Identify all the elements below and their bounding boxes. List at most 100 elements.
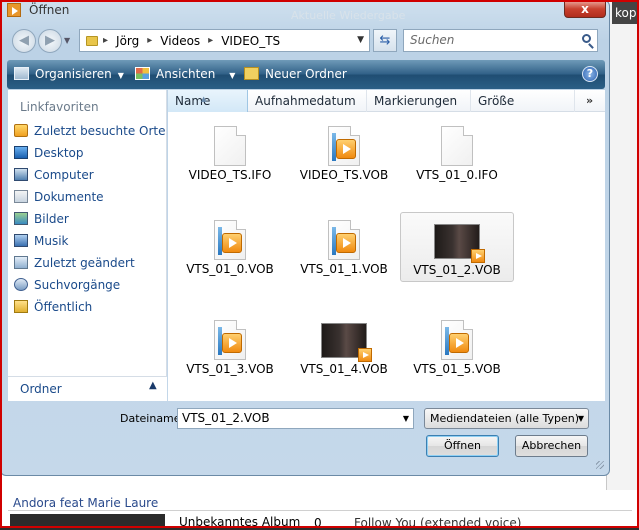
sort-ascending-icon: ▲: [201, 95, 207, 103]
forward-button[interactable]: ▶: [38, 29, 62, 53]
breadcrumb-videos[interactable]: Videos: [160, 34, 200, 48]
organize-icon: [14, 67, 29, 80]
address-bar[interactable]: ▸ Jörg ▸ Videos ▸ VIDEO_TS ▼: [79, 29, 370, 52]
breadcrumb-user[interactable]: Jörg: [116, 34, 139, 48]
more-columns-icon[interactable]: »: [586, 90, 593, 112]
folders-toggle[interactable]: Ordner ▲: [8, 376, 167, 401]
file-name: VIDEO_TS.VOB: [299, 168, 389, 182]
organize-menu[interactable]: Organisieren ▼: [14, 60, 124, 89]
file-item[interactable]: VTS_01_3.VOB: [174, 312, 286, 380]
arrow-left-icon: ◀: [19, 33, 29, 48]
folder-icon: [86, 35, 98, 46]
recent-pages-dropdown[interactable]: ▼: [64, 36, 70, 45]
chevron-down-icon: ▼: [229, 71, 236, 80]
filename-input[interactable]: VTS_01_2.VOB ▼: [177, 408, 414, 429]
sidebar-item-recent-places[interactable]: Zuletzt besuchte Orte: [14, 121, 166, 141]
sidebar-item-recently-changed[interactable]: Zuletzt geändert: [14, 253, 135, 273]
sidebar-item-documents[interactable]: Dokumente: [14, 187, 104, 207]
chevron-right-icon[interactable]: ▸: [208, 35, 213, 46]
file-item[interactable]: VTS_01_0.VOB: [174, 212, 286, 280]
documents-icon: [14, 190, 28, 203]
refresh-icon: ⇆: [379, 33, 391, 48]
sidebar-item-desktop[interactable]: Desktop: [14, 143, 84, 163]
file-item[interactable]: VTS_01_4.VOB: [288, 312, 400, 380]
sidebar-item-music[interactable]: Musik: [14, 231, 69, 251]
chevron-down-icon[interactable]: ▼: [357, 35, 364, 45]
filename-label: Dateiname:: [120, 412, 185, 425]
file-name: VTS_01_3.VOB: [186, 362, 274, 376]
sidebar-item-label: Bilder: [34, 212, 69, 226]
play-icon: [449, 333, 469, 353]
file-item-selected[interactable]: VTS_01_2.VOB: [400, 212, 514, 282]
column-headers: Name ▲ Aufnahmedatum Markierungen Größe »: [168, 90, 605, 112]
chevron-right-icon[interactable]: ▸: [147, 35, 152, 46]
play-icon: [222, 333, 242, 353]
playlist-artist[interactable]: Andora feat Marie Laure: [13, 496, 158, 510]
background-side-panel: [606, 0, 639, 490]
album-art: [10, 514, 165, 528]
chevron-down-icon: ▼: [577, 414, 584, 423]
public-folder-icon: [14, 300, 28, 313]
sidebar-item-public[interactable]: Öffentlich: [14, 297, 92, 317]
cancel-button[interactable]: Abbrechen: [515, 435, 588, 457]
file-item[interactable]: VIDEO_TS.IFO: [174, 118, 286, 186]
vob-file-icon: [441, 320, 473, 360]
refresh-button[interactable]: ⇆: [373, 29, 397, 52]
favorites-header: Linkfavoriten: [20, 100, 99, 114]
video-thumbnail: [434, 224, 485, 263]
background-window-title: Aktuelle Wiedergabe: [291, 9, 406, 22]
sidebar-item-label: Zuletzt besuchte Orte: [34, 124, 166, 138]
chevron-right-icon[interactable]: ▸: [103, 35, 108, 46]
music-icon: [14, 234, 28, 247]
back-button[interactable]: ◀: [12, 29, 36, 53]
open-button[interactable]: Öffnen: [426, 435, 499, 457]
chevron-down-icon[interactable]: ▼: [403, 409, 409, 428]
filetype-value: Mediendateien (alle Typen): [430, 412, 580, 425]
help-icon[interactable]: ?: [582, 66, 598, 82]
vob-file-icon: [328, 220, 360, 260]
play-icon: [222, 233, 242, 253]
file-item[interactable]: VTS_01_5.VOB: [401, 312, 513, 380]
search-icon[interactable]: [582, 34, 591, 43]
close-button[interactable]: x: [564, 0, 606, 18]
vob-file-icon: [214, 320, 246, 360]
video-thumbnail: [321, 323, 372, 362]
search-input[interactable]: Suchen: [403, 29, 598, 52]
play-icon: [358, 348, 372, 362]
new-folder-button[interactable]: Neuer Ordner: [244, 60, 347, 89]
chevron-down-icon: ▼: [117, 71, 124, 80]
file-name: VTS_01_2.VOB: [413, 263, 501, 277]
file-item[interactable]: VTS_01_1.VOB: [288, 212, 400, 280]
command-toolbar: Organisieren ▼ Ansichten ▼ Neuer Ordner ?: [7, 60, 605, 89]
resize-grip-icon[interactable]: [596, 461, 604, 469]
ifo-file-icon: [441, 126, 473, 166]
sidebar-item-computer[interactable]: Computer: [14, 165, 94, 185]
pictures-icon: [14, 212, 28, 225]
filetype-select[interactable]: Mediendateien (alle Typen) ▼: [424, 408, 589, 429]
navigation-pane: Linkfavoriten Zuletzt besuchte Orte Desk…: [8, 90, 167, 401]
file-list[interactable]: Name ▲ Aufnahmedatum Markierungen Größe »…: [168, 90, 605, 401]
searches-icon: [14, 278, 28, 291]
background-tab[interactable]: kopie: [612, 2, 639, 24]
sidebar-item-pictures[interactable]: Bilder: [14, 209, 69, 229]
organize-label: Organisieren: [35, 67, 112, 81]
file-name: VTS_01_0.VOB: [186, 262, 274, 276]
sidebar-item-searches[interactable]: Suchvorgänge: [14, 275, 120, 295]
media-player-icon: [7, 3, 21, 17]
column-header-tags[interactable]: Markierungen: [367, 90, 471, 112]
column-header-size[interactable]: Größe: [471, 90, 575, 112]
breadcrumb-video-ts[interactable]: VIDEO_TS: [221, 34, 280, 48]
file-item[interactable]: VTS_01_0.IFO: [401, 118, 513, 186]
filename-value: VTS_01_2.VOB: [182, 411, 270, 425]
chevron-up-icon: ▲: [149, 380, 157, 391]
file-item[interactable]: VIDEO_TS.VOB: [288, 118, 400, 186]
file-name: VTS_01_4.VOB: [300, 362, 388, 376]
column-header-name[interactable]: Name ▲: [168, 90, 248, 112]
file-name: VTS_01_5.VOB: [413, 362, 501, 376]
dialog-titlebar[interactable]: Öffnen Aktuelle Wiedergabe x: [1, 0, 609, 22]
desktop-icon: [14, 146, 28, 159]
views-menu[interactable]: Ansichten ▼: [135, 60, 235, 89]
sidebar-item-label: Suchvorgänge: [34, 278, 121, 292]
column-header-date[interactable]: Aufnahmedatum: [248, 90, 367, 112]
recently-changed-icon: [14, 256, 28, 269]
